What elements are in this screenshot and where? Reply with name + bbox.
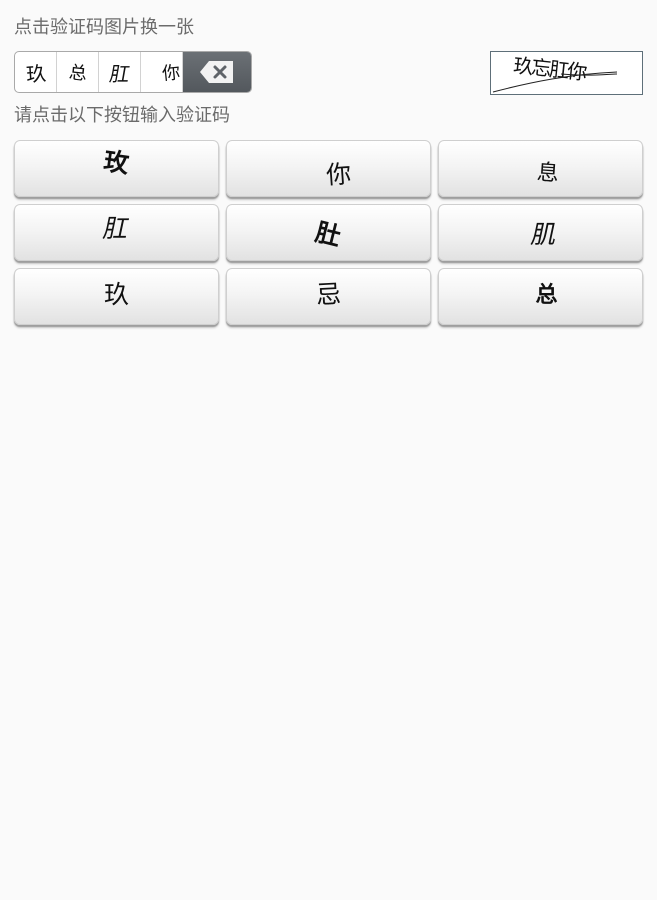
- entered-char-slot-2: 总: [57, 52, 99, 92]
- entered-char: 你: [161, 62, 182, 85]
- entered-char: 玖: [24, 60, 47, 87]
- key-label: 玖: [103, 279, 129, 309]
- refresh-hint: 点击验证码图片换一张: [14, 17, 194, 38]
- key-4[interactable]: 肛: [14, 204, 219, 261]
- key-2[interactable]: 你: [226, 140, 431, 197]
- key-label: 你: [325, 158, 353, 190]
- captcha-keypad: 玫 你 息 肛 肚 肌 玖 忌 总: [14, 140, 643, 325]
- key-1[interactable]: 玫: [14, 140, 219, 197]
- key-label: 肚: [312, 216, 344, 252]
- key-label: 息: [536, 159, 561, 187]
- backspace-icon: [200, 61, 233, 83]
- entered-char: 肛: [107, 61, 132, 86]
- entered-char-slot-1: 玖: [15, 52, 57, 92]
- key-label: 肛: [100, 213, 132, 243]
- entered-char: 总: [67, 62, 88, 85]
- backspace-button[interactable]: [183, 52, 251, 92]
- key-3[interactable]: 息: [438, 140, 643, 197]
- key-label: 玫: [101, 145, 131, 179]
- key-label: 忌: [315, 278, 342, 310]
- select-hint: 请点击以下按钮输入验证码: [14, 105, 230, 126]
- key-5[interactable]: 肚: [226, 204, 431, 261]
- entered-char-slot-4: 你: [141, 52, 183, 92]
- entered-char-slot-3: 肛: [99, 52, 141, 92]
- captcha-image[interactable]: 玖忘肛你: [490, 51, 643, 95]
- key-label: 肌: [528, 219, 560, 249]
- key-7[interactable]: 玖: [14, 268, 219, 325]
- key-8[interactable]: 忌: [226, 268, 431, 325]
- entered-code-field: 玖 总 肛 你: [14, 51, 252, 93]
- captcha-text: 玖忘肛你: [512, 53, 588, 85]
- key-6[interactable]: 肌: [438, 204, 643, 261]
- key-label: 总: [535, 282, 558, 308]
- key-9[interactable]: 总: [438, 268, 643, 325]
